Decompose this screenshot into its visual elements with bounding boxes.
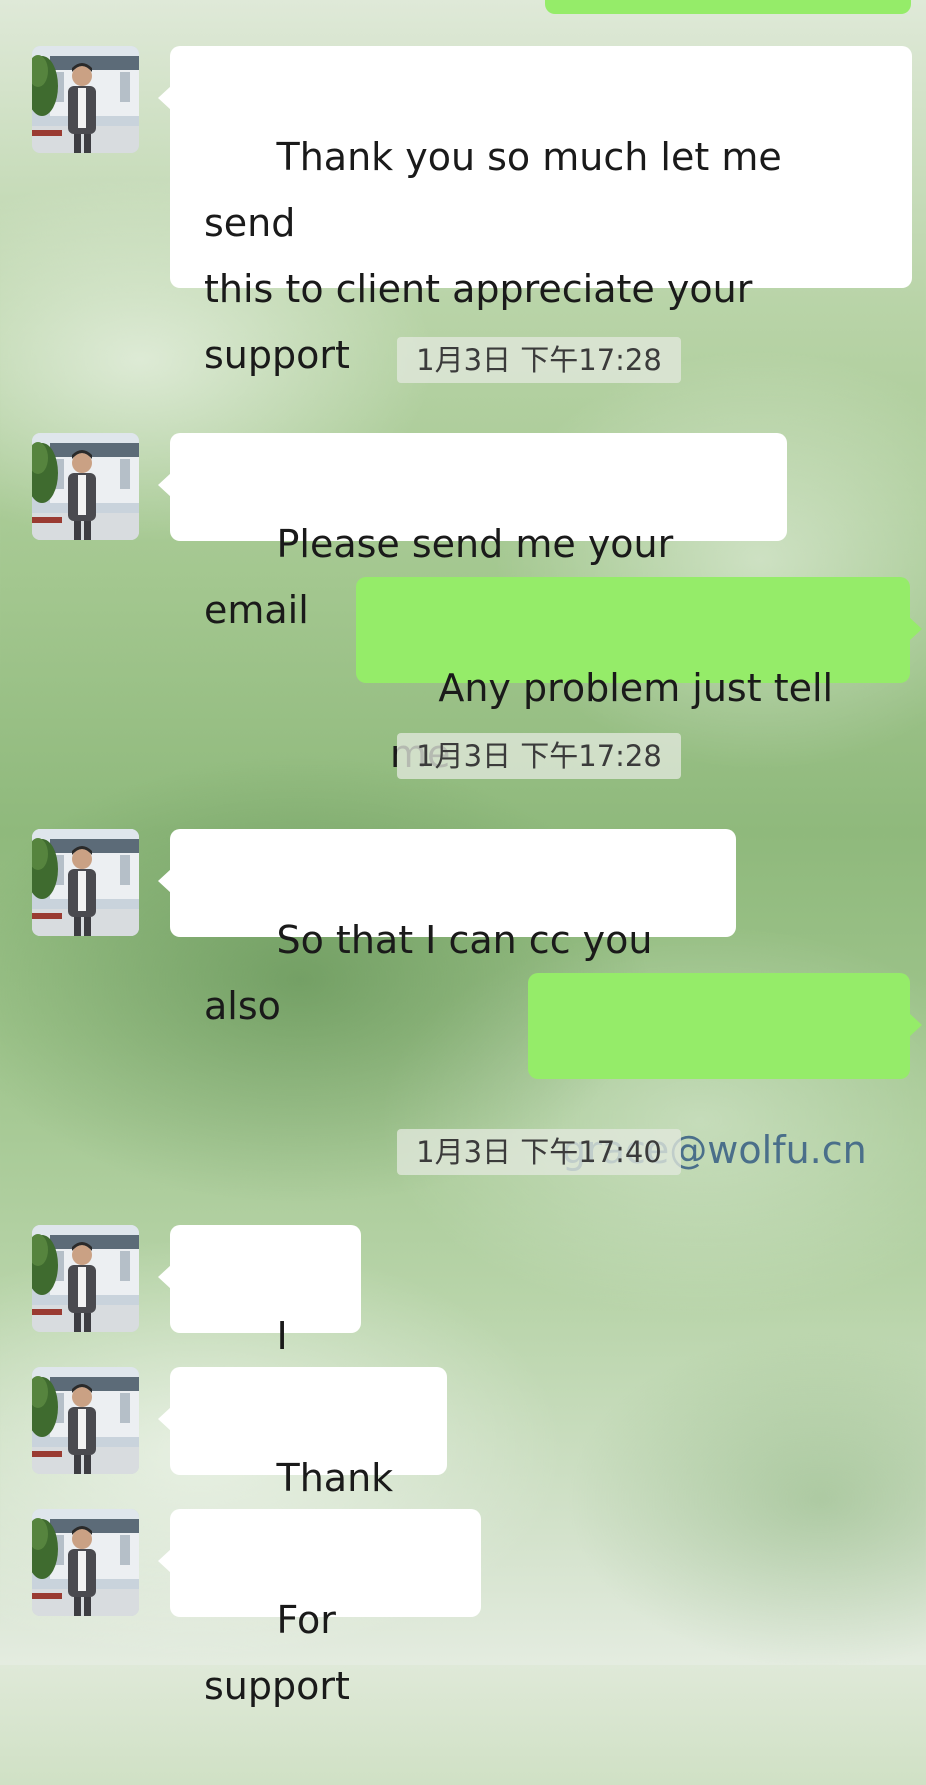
message-timestamp: 1月3日 下午17:40: [397, 1129, 681, 1175]
message-timestamp: 1月3日 下午17:28: [397, 337, 681, 383]
message-bubble-incoming[interactable]: Thank you: [158, 1367, 447, 1566]
contact-avatar[interactable]: [32, 829, 139, 936]
previous-outgoing-bubble[interactable]: [545, 0, 911, 14]
contact-avatar[interactable]: [32, 46, 139, 153]
message-bubble-incoming[interactable]: For support: [158, 1509, 481, 1708]
message-bubble-incoming[interactable]: Please send me your email: [158, 433, 787, 632]
message-bubble-incoming[interactable]: So that I can cc you also: [158, 829, 736, 1028]
contact-avatar[interactable]: [32, 1225, 139, 1332]
message-timestamp: 1月3日 下午17:28: [397, 733, 681, 779]
contact-avatar[interactable]: [32, 433, 139, 540]
message-bubble-outgoing[interactable]: Any problem just tell me: [356, 577, 922, 776]
message-bubble-outgoing[interactable]: grace@wolfu.cn: [528, 973, 922, 1172]
message-text: For support: [204, 1598, 350, 1708]
message-bubble-incoming[interactable]: Thank you so much let me send this to cl…: [158, 46, 912, 377]
message-bubble-incoming[interactable]: I sent: [158, 1225, 361, 1424]
contact-avatar[interactable]: [32, 1509, 139, 1616]
contact-avatar[interactable]: [32, 1367, 139, 1474]
chat-window[interactable]: Thank you so much let me send this to cl…: [0, 0, 926, 1708]
